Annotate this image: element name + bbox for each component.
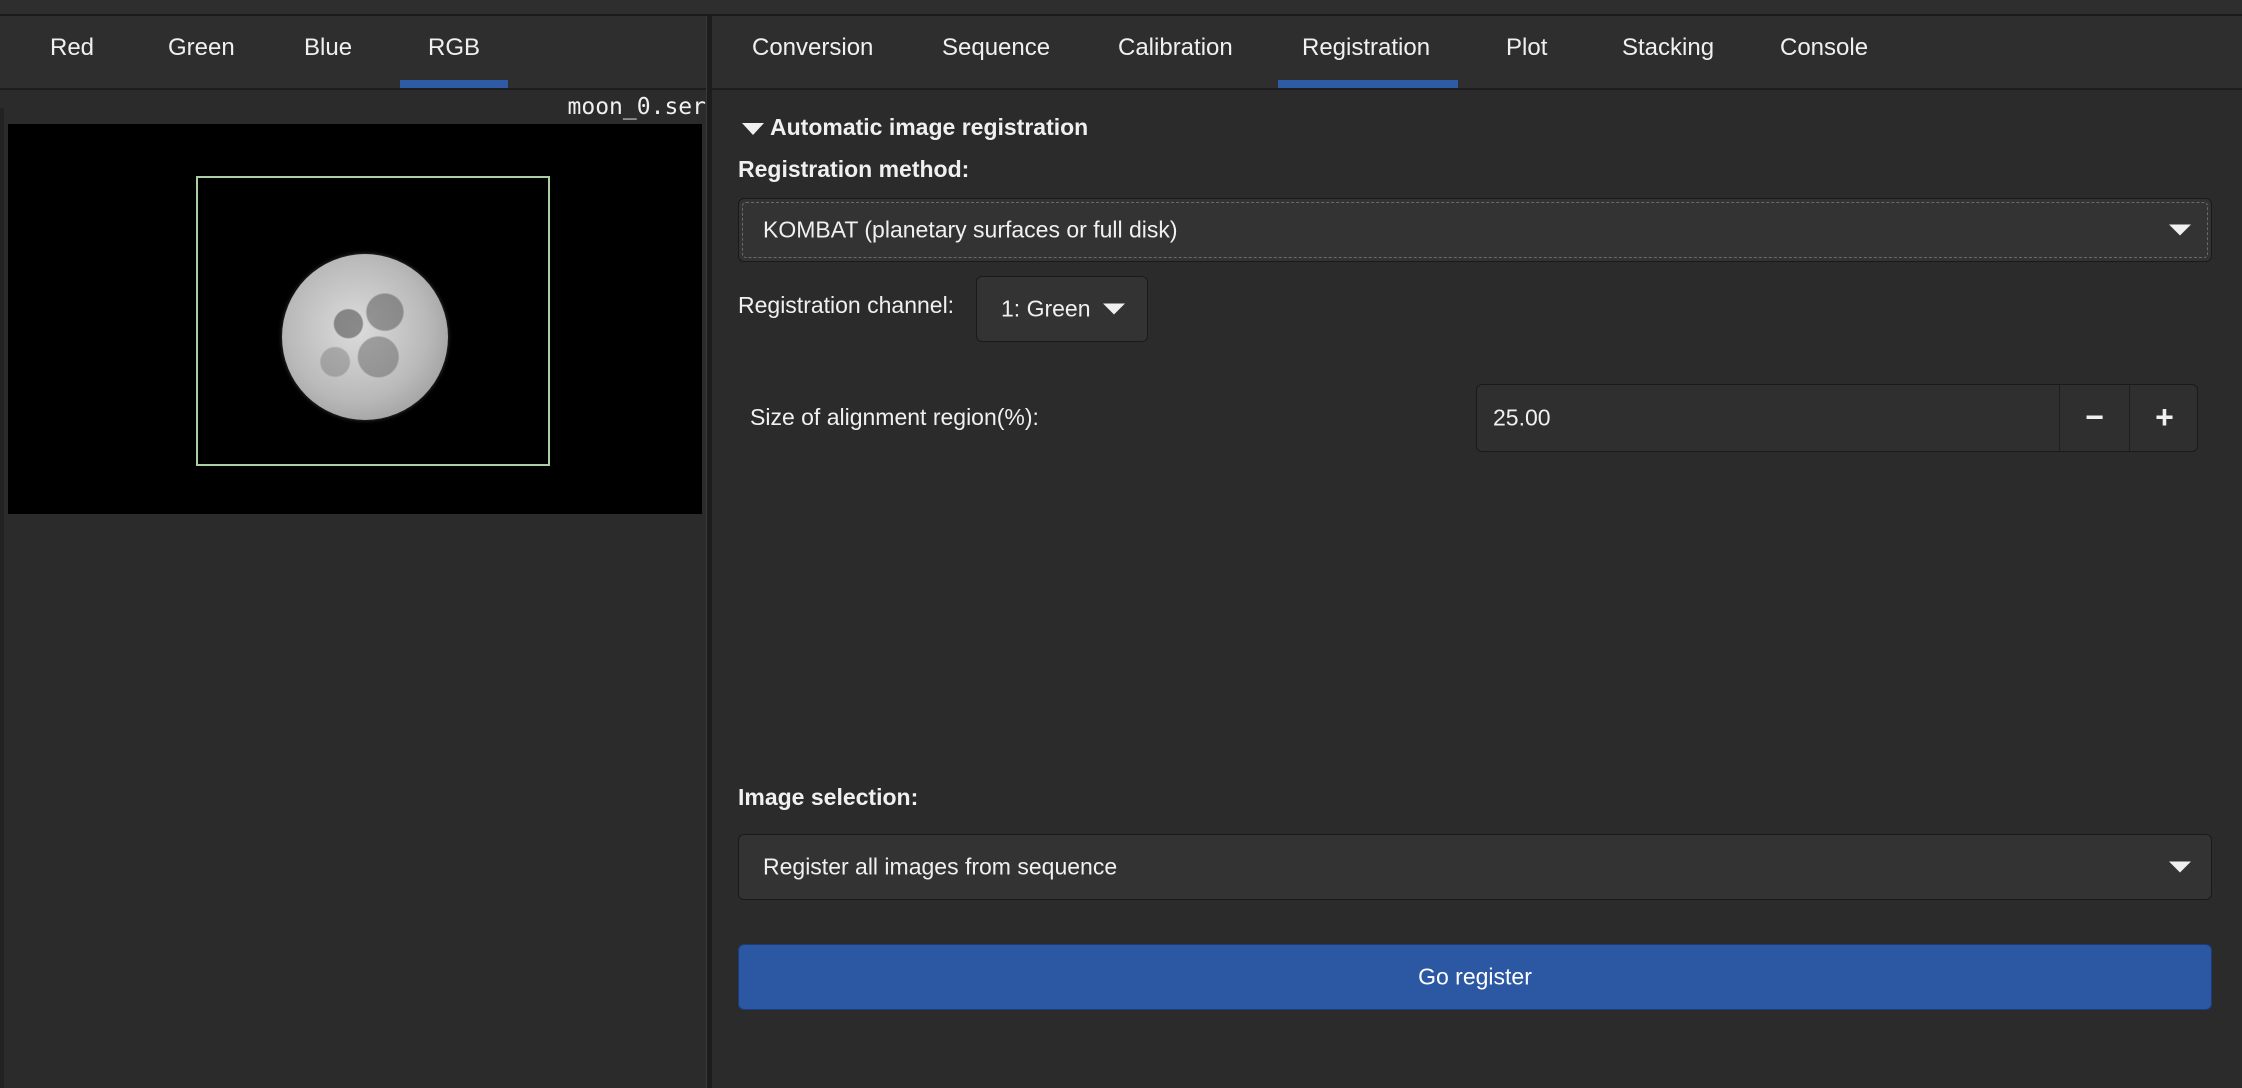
image-canvas[interactable] [8, 124, 702, 514]
tab-registration[interactable]: Registration [1302, 34, 1430, 62]
dropdown-arrow-icon [2169, 861, 2191, 873]
channel-label: Registration channel: [738, 292, 955, 318]
method-label: Registration method: [738, 156, 970, 182]
active-tab-indicator [400, 80, 508, 88]
main-tabs: Conversion Sequence Calibration Registra… [712, 16, 2242, 90]
region-label: Size of alignment region(%): [750, 404, 1039, 430]
selection-label: Image selection: [738, 784, 919, 810]
dropdown-arrow-icon [2169, 224, 2191, 236]
increment-button[interactable]: + [2129, 385, 2199, 451]
region-size-value[interactable]: 25.00 [1493, 405, 1551, 432]
moon-image [282, 254, 448, 420]
window-top-strip [0, 0, 2242, 16]
tab-plot[interactable]: Plot [1506, 34, 1547, 62]
left-scrollbar[interactable] [0, 108, 4, 1088]
image-viewer-pane: Red Green Blue RGB moon_0.ser [0, 16, 706, 1088]
tab-rgb[interactable]: RGB [428, 34, 480, 62]
filename-label: moon_0.ser [567, 94, 706, 120]
expander-title: Automatic image registration [770, 114, 1089, 140]
tab-green[interactable]: Green [168, 34, 235, 62]
control-pane: Conversion Sequence Calibration Registra… [712, 16, 2242, 1088]
decrement-button[interactable]: − [2059, 385, 2129, 451]
channel-dropdown[interactable]: 1: Green [976, 276, 1148, 342]
selection-value: Register all images from sequence [763, 853, 1118, 880]
image-selection-dropdown[interactable]: Register all images from sequence [738, 834, 2212, 900]
tab-calibration[interactable]: Calibration [1118, 34, 1233, 62]
tab-sequence[interactable]: Sequence [942, 34, 1050, 62]
channel-tabs: Red Green Blue RGB [0, 16, 706, 90]
active-tab-indicator [1278, 80, 1458, 88]
region-size-spinner[interactable]: 25.00 − + [1476, 384, 2198, 452]
tab-red[interactable]: Red [50, 34, 94, 62]
method-dropdown[interactable]: KOMBAT (planetary surfaces or full disk) [738, 198, 2212, 262]
tab-conversion[interactable]: Conversion [752, 34, 873, 62]
go-register-label: Go register [1418, 963, 1532, 990]
tab-console[interactable]: Console [1780, 34, 1868, 62]
expander-arrow-icon [742, 122, 764, 135]
registration-expander[interactable]: Automatic image registration [742, 114, 1088, 141]
method-value: KOMBAT (planetary surfaces or full disk) [763, 216, 1178, 243]
go-register-button[interactable]: Go register [738, 944, 2212, 1010]
tab-stacking[interactable]: Stacking [1622, 34, 1714, 62]
tab-blue[interactable]: Blue [304, 34, 352, 62]
dropdown-arrow-icon [1103, 303, 1125, 315]
channel-value: 1: Green [1001, 295, 1091, 322]
